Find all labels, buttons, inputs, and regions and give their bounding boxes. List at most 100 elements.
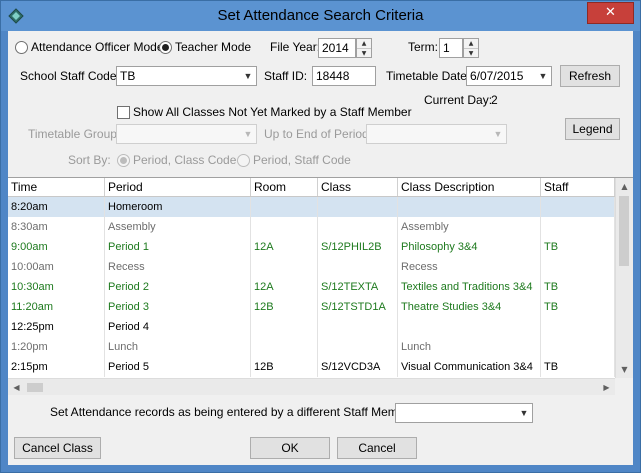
arrow-left-icon[interactable]: ◀ xyxy=(8,379,25,396)
horizontal-scrollbar[interactable]: ◀ ▶ xyxy=(8,378,615,396)
table-row[interactable]: 10:30am Period 2 12A S/12TEXTA Textiles and … xyxy=(8,277,615,297)
different-staff-dropdown[interactable]: ▼ xyxy=(395,403,533,423)
spin-down-icon[interactable]: ▼ xyxy=(357,49,371,58)
chevron-down-icon[interactable]: ▼ xyxy=(240,67,256,85)
cell-period: Period 5 xyxy=(105,357,251,377)
cell-class: S/12PHIL2B xyxy=(318,237,398,257)
timetable-date-value: 6/07/2015 xyxy=(470,69,524,83)
show-all-classes-checkbox[interactable] xyxy=(117,106,130,119)
school-staff-code-label: School Staff Code: xyxy=(20,69,120,83)
term-field[interactable]: 1 xyxy=(439,38,463,58)
cell-class xyxy=(318,217,398,237)
cell-time: 12:25pm xyxy=(8,317,105,337)
sort-by-label: Sort By: xyxy=(68,153,111,167)
table-row[interactable]: 8:20am Homeroom xyxy=(8,197,615,217)
arrow-up-icon[interactable]: ▲ xyxy=(616,178,633,195)
cell-class-description xyxy=(398,317,541,337)
column-header-class-description[interactable]: Class Description xyxy=(398,178,541,196)
cell-class-description: Lunch xyxy=(398,337,541,357)
vertical-scrollbar[interactable]: ▲ ▼ xyxy=(615,178,633,378)
cell-class xyxy=(318,257,398,277)
legend-button[interactable]: Legend xyxy=(565,118,620,140)
file-year-stepper[interactable]: ▲ ▼ xyxy=(356,38,372,58)
refresh-button[interactable]: Refresh xyxy=(560,65,620,87)
cell-staff xyxy=(541,257,615,277)
attendance-officer-mode-label: Attendance Officer Mode xyxy=(31,40,164,54)
table-row[interactable]: 12:25pm Period 4 xyxy=(8,317,615,337)
column-header-time[interactable]: Time xyxy=(8,178,105,196)
staff-id-field[interactable]: 18448 xyxy=(312,66,376,86)
cell-class xyxy=(318,317,398,337)
spin-up-icon[interactable]: ▲ xyxy=(357,39,371,49)
cell-staff xyxy=(541,337,615,357)
attendance-officer-mode-radio[interactable] xyxy=(15,41,28,54)
cell-class-description: Assembly xyxy=(398,217,541,237)
up-to-end-of-period-dropdown[interactable]: ▼ xyxy=(366,124,507,144)
vertical-scroll-thumb[interactable] xyxy=(619,196,629,266)
table-row[interactable]: 2:15pm Period 5 12B S/12VCD3A Visual Communi… xyxy=(8,357,615,377)
arrow-down-icon[interactable]: ▼ xyxy=(616,361,633,378)
cell-period: Period 4 xyxy=(105,317,251,337)
cell-period: Period 2 xyxy=(105,277,251,297)
title-bar[interactable]: Set Attendance Search Criteria ✕ xyxy=(1,1,640,31)
teacher-mode-radio[interactable] xyxy=(159,41,172,54)
chevron-down-icon[interactable]: ▼ xyxy=(240,125,256,143)
current-day-label: Current Day: xyxy=(424,93,493,107)
spin-up-icon[interactable]: ▲ xyxy=(464,39,478,49)
cell-time: 2:15pm xyxy=(8,357,105,377)
table-row[interactable]: 1:20pm Lunch Lunch xyxy=(8,337,615,357)
file-year-field[interactable]: 2014 xyxy=(318,38,356,58)
sort-period-class-code-label: Period, Class Code xyxy=(133,153,237,167)
cell-staff: TB xyxy=(541,297,615,317)
cell-period: Homeroom xyxy=(105,197,251,217)
cell-room xyxy=(251,257,318,277)
chevron-down-icon[interactable]: ▼ xyxy=(535,67,551,85)
timetable-date-picker[interactable]: 6/07/2015 ▼ xyxy=(466,66,552,86)
cell-time: 10:00am xyxy=(8,257,105,277)
chevron-down-icon[interactable]: ▼ xyxy=(490,125,506,143)
sort-period-staff-code-label: Period, Staff Code xyxy=(253,153,351,167)
column-header-room[interactable]: Room xyxy=(251,178,318,196)
horizontal-scroll-thumb[interactable] xyxy=(27,383,43,392)
school-staff-code-value: TB xyxy=(120,69,136,83)
cell-class-description: Textiles and Traditions 3&4 xyxy=(398,277,541,297)
cancel-button[interactable]: Cancel xyxy=(337,437,417,459)
scrollbar-corner xyxy=(615,378,633,396)
column-header-period[interactable]: Period xyxy=(105,178,251,196)
arrow-right-icon[interactable]: ▶ xyxy=(598,379,615,396)
cell-staff xyxy=(541,317,615,337)
timetable-date-label: Timetable Date: xyxy=(386,69,471,83)
table-row[interactable]: 8:30am Assembly Assembly xyxy=(8,217,615,237)
cell-room xyxy=(251,337,318,357)
sort-period-class-code-radio[interactable] xyxy=(117,154,130,167)
cell-time: 11:20am xyxy=(8,297,105,317)
cell-staff xyxy=(541,197,615,217)
timetable-group-dropdown[interactable]: ▼ xyxy=(116,124,257,144)
term-stepper[interactable]: ▲ ▼ xyxy=(463,38,479,58)
cell-room xyxy=(251,197,318,217)
table-row[interactable]: 9:00am Period 1 12A S/12PHIL2B Philosophy 3&… xyxy=(8,237,615,257)
spin-down-icon[interactable]: ▼ xyxy=(464,49,478,58)
column-header-class[interactable]: Class xyxy=(318,178,398,196)
cell-room: 12A xyxy=(251,277,318,297)
cell-period: Recess xyxy=(105,257,251,277)
cancel-class-button[interactable]: Cancel Class xyxy=(14,437,101,459)
close-button[interactable]: ✕ xyxy=(587,2,634,24)
dialog-window: Set Attendance Search Criteria ✕ Attenda… xyxy=(0,0,641,473)
school-staff-code-dropdown[interactable]: TB ▼ xyxy=(116,66,257,86)
cell-class xyxy=(318,197,398,217)
chevron-down-icon[interactable]: ▼ xyxy=(516,404,532,422)
cell-staff: TB xyxy=(541,277,615,297)
table-row[interactable]: 10:00am Recess Recess xyxy=(8,257,615,277)
column-header-staff[interactable]: Staff xyxy=(541,178,615,196)
ok-button[interactable]: OK xyxy=(250,437,330,459)
grid-header: Time Period Room Class Class Description… xyxy=(8,178,615,197)
cell-class-description xyxy=(398,197,541,217)
file-year-label: File Year: xyxy=(270,40,321,54)
cell-room: 12B xyxy=(251,357,318,377)
table-row[interactable]: 11:20am Period 3 12B S/12TSTD1A Theatre Stud… xyxy=(8,297,615,317)
sort-period-staff-code-radio[interactable] xyxy=(237,154,250,167)
staff-id-label: Staff ID: xyxy=(264,69,308,83)
timetable-grid[interactable]: Time Period Room Class Class Description… xyxy=(8,177,633,397)
dialog-footer: Set Attendance records as being entered … xyxy=(8,395,633,465)
